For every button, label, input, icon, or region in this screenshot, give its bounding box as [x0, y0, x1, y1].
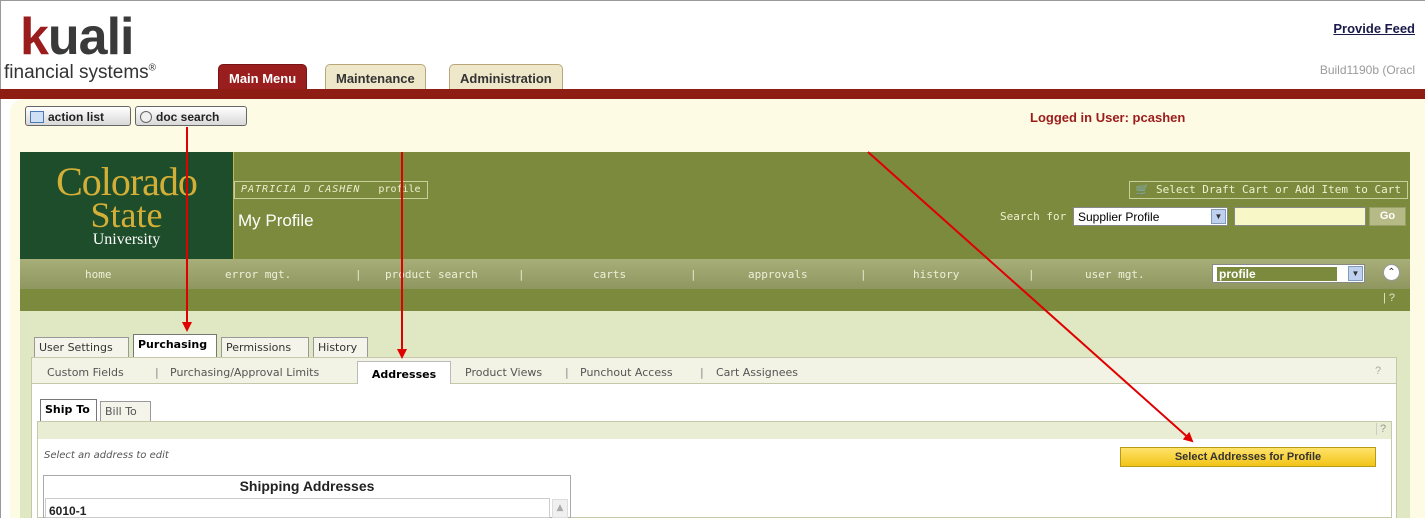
user-profile-box[interactable]: PATRICIA D CASHEN profile — [234, 181, 428, 199]
nav-error-mgt[interactable]: error mgt. — [225, 268, 291, 281]
logged-in-user: Logged in User: pcashen — [1030, 110, 1186, 125]
select-hint: Select an address to edit — [44, 450, 169, 461]
table-row[interactable]: 6010-1 — [45, 498, 550, 518]
chevron-down-icon: ▼ — [1211, 209, 1226, 224]
page-title: My Profile — [238, 211, 314, 230]
collapse-icon[interactable]: ⌃ — [1383, 264, 1400, 281]
subtab-product-views[interactable]: Product Views — [465, 366, 542, 379]
tab-permissions[interactable]: Permissions — [221, 337, 309, 357]
help-icon[interactable]: | ? — [1383, 292, 1395, 304]
tab-purchasing[interactable]: Purchasing — [133, 334, 217, 357]
nav-separator: | — [690, 268, 697, 281]
address-bar — [38, 422, 1391, 439]
search-input[interactable] — [1234, 207, 1366, 226]
subtab-punchout-access[interactable]: Punchout Access — [580, 366, 673, 379]
subtab-cart-assignees[interactable]: Cart Assignees — [716, 366, 798, 379]
help-icon[interactable]: ? — [1375, 365, 1381, 377]
profile-link[interactable]: profile — [378, 184, 420, 195]
nav-user-mgt[interactable]: user mgt. — [1085, 268, 1145, 281]
tab-ship-to[interactable]: Ship To — [40, 399, 97, 421]
tab-administration[interactable]: Administration — [449, 64, 563, 89]
tab-bill-to[interactable]: Bill To — [100, 401, 151, 421]
magnifier-icon — [140, 111, 152, 123]
chevron-down-icon: ▼ — [1348, 266, 1363, 281]
build-info: Build1190b (Oracl — [1319, 63, 1415, 77]
go-button[interactable]: Go — [1369, 207, 1406, 226]
nav-home[interactable]: home — [85, 268, 112, 281]
select-cart-link[interactable]: 🛒 Select Draft Cart or Add Item to Cart — [1128, 181, 1408, 199]
search-type-select[interactable]: Supplier Profile ▼ — [1073, 207, 1228, 226]
tab-maintenance[interactable]: Maintenance — [325, 64, 426, 89]
nav-product-search[interactable]: product search — [385, 268, 478, 281]
subtab-approval-limits[interactable]: Purchasing/Approval Limits — [170, 366, 319, 379]
subtab-separator: | — [565, 366, 569, 379]
nav-approvals[interactable]: approvals — [748, 268, 808, 281]
kuali-subtitle: financial systems® — [4, 62, 157, 83]
subtab-separator: | — [155, 366, 159, 379]
csu-logo[interactable]: Colorado State University — [20, 152, 234, 259]
help-icon[interactable]: ? — [1376, 423, 1386, 435]
subtab-separator: | — [700, 366, 704, 379]
tab-history[interactable]: History — [313, 337, 368, 357]
table-header: Shipping Addresses — [239, 478, 375, 494]
nav-separator: | — [518, 268, 525, 281]
subtab-custom-fields[interactable]: Custom Fields — [47, 366, 124, 379]
search-label: Search for — [1000, 210, 1067, 223]
scroll-up-icon[interactable]: ▲ — [552, 499, 568, 518]
nav-separator: | — [1028, 268, 1035, 281]
nav-separator: | — [355, 268, 362, 281]
subtab-addresses[interactable]: Addresses — [357, 361, 451, 385]
tab-main-menu[interactable]: Main Menu — [218, 64, 308, 89]
profile-select[interactable]: profile ▼ — [1212, 264, 1365, 283]
sub-bar — [20, 289, 1410, 311]
doc-search-button[interactable]: doc search — [135, 106, 247, 126]
kuali-logo: kuali — [20, 8, 134, 66]
list-icon — [30, 111, 44, 123]
cart-icon: 🛒 — [1135, 183, 1150, 196]
provide-feedback-link[interactable]: Provide Feed — [1333, 21, 1415, 36]
tab-user-settings[interactable]: User Settings — [34, 337, 129, 357]
nav-history[interactable]: history — [913, 268, 959, 281]
nav-carts[interactable]: carts — [593, 268, 626, 281]
header-divider — [0, 89, 1425, 99]
nav-separator: | — [860, 268, 867, 281]
select-addresses-button[interactable]: Select Addresses for Profile — [1120, 447, 1376, 467]
action-list-button[interactable]: action list — [25, 106, 131, 126]
